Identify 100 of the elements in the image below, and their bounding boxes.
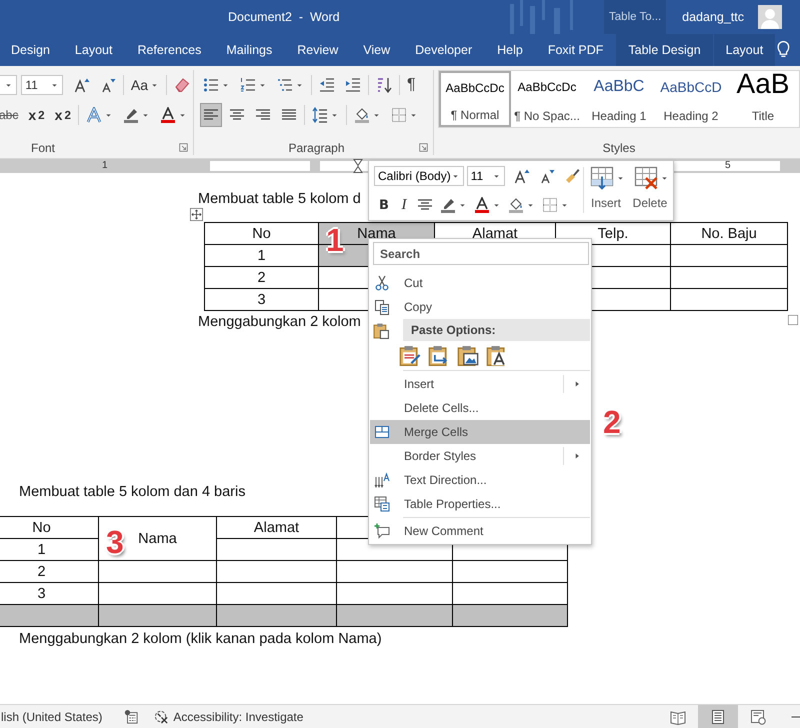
ribbon-tab[interactable]: Mailings <box>214 34 284 66</box>
sort-icon <box>376 77 392 93</box>
line-spacing-icon <box>312 107 328 123</box>
alignment-button[interactable] <box>200 103 222 127</box>
step-number: 2 <box>603 405 621 439</box>
ribbon-tab[interactable]: Table Design <box>616 34 713 66</box>
font-color-icon <box>160 107 176 123</box>
scissors-icon <box>374 275 390 291</box>
paste-merge-formatting-icon <box>428 344 450 366</box>
change-case-button[interactable]: Aa <box>128 73 162 97</box>
grow-font-icon <box>514 168 530 184</box>
window-title: Document2 - Word <box>228 10 340 24</box>
shrink-font-icon <box>100 77 116 93</box>
accessibility-icon <box>154 709 170 724</box>
indent-marker-icon[interactable] <box>353 159 363 173</box>
style-item[interactable]: AaBbCcDc ¶ No Spac... <box>511 71 583 127</box>
paste-option-button[interactable] <box>428 344 450 366</box>
insert-button[interactable]: Insert <box>584 161 628 219</box>
user-name: dadang_ttc <box>682 10 744 24</box>
ribbon-tab[interactable]: Developer <box>403 34 484 66</box>
language-status[interactable]: lish (United States) <box>1 710 102 724</box>
dialog-launcher-icon[interactable] <box>178 142 189 153</box>
numbered-list-icon <box>240 77 256 93</box>
delete-button[interactable]: Delete <box>628 161 672 219</box>
font-name-dropdown[interactable]: Calibri (Body) <box>374 166 464 186</box>
text-direction-icon <box>374 472 390 488</box>
merge-cells-icon <box>374 424 390 440</box>
show-marks-button[interactable]: ¶ <box>404 73 419 97</box>
increase-indent-icon <box>344 77 361 93</box>
style-preview: AaBbCcDc <box>446 80 504 97</box>
font-color-icon <box>474 197 490 213</box>
highlighter-icon <box>122 107 139 123</box>
paste-text-only-icon <box>486 344 508 366</box>
style-item[interactable]: AaBbC Heading 1 <box>583 71 655 127</box>
bold-button[interactable]: B <box>374 193 394 217</box>
highlighter-icon <box>440 197 456 213</box>
paragraph: Membuat table 5 kolom dan 4 baris <box>19 483 246 501</box>
dialog-launcher-icon[interactable] <box>418 142 430 153</box>
table-move-handle-icon[interactable] <box>190 208 203 221</box>
lightbulb-icon[interactable] <box>775 41 792 59</box>
menu-item[interactable]: Border Styles <box>370 444 590 468</box>
table-cell: 3 <box>204 288 318 310</box>
style-preview: AaBbCcDc <box>518 79 576 96</box>
table-header-cell: No <box>0 516 98 538</box>
paste-keep-formatting-icon <box>399 344 421 366</box>
grow-font-icon <box>74 77 90 93</box>
style-item[interactable]: AaBbCcD Heading 2 <box>655 71 727 127</box>
menu-item[interactable]: Cut <box>370 271 590 295</box>
ribbon-tab[interactable]: Layout <box>714 34 776 66</box>
font-size-dropdown[interactable]: 11 <box>21 75 63 95</box>
menu-item[interactable]: Merge Cells <box>370 420 590 444</box>
paragraph: Menggabungkan 2 kolom <box>198 313 361 331</box>
group-label: Styles <box>602 141 636 155</box>
style-item[interactable]: AaBbCcDc ¶ Normal <box>439 71 511 127</box>
ribbon-tab[interactable]: References <box>125 34 214 66</box>
borders-icon <box>542 197 558 213</box>
ribbon-tab[interactable]: Review <box>285 34 350 66</box>
macro-icon[interactable] <box>124 710 138 724</box>
paste-option-button[interactable] <box>457 344 479 366</box>
accessibility-button[interactable]: Accessibility: Investigate <box>154 709 304 724</box>
text-effects-icon <box>86 107 102 123</box>
table-resize-handle-icon[interactable] <box>788 315 798 325</box>
ribbon-tab[interactable]: View <box>351 34 402 66</box>
italic-button[interactable]: I <box>395 193 413 217</box>
paintbrush-icon <box>564 168 580 184</box>
ruler-number: 1 <box>102 159 108 173</box>
menu-item[interactable]: Insert <box>370 372 590 396</box>
menu-item[interactable]: Copy <box>370 295 590 319</box>
table-header-cell: No. Baju <box>670 222 788 244</box>
print-layout-button[interactable] <box>698 705 738 728</box>
table-cell: 2 <box>204 266 318 288</box>
print-layout-icon <box>710 708 726 724</box>
table-cell: 2 <box>0 560 98 582</box>
ribbon-tab[interactable]: Help <box>485 34 535 66</box>
multilevel-list-icon <box>276 77 293 93</box>
style-name: Heading 1 <box>592 109 646 123</box>
menu-item[interactable]: New Comment <box>370 519 590 543</box>
borders-icon <box>390 107 407 123</box>
paragraph: Menggabungkan 2 kolom (klik kanan pada kolom Nama) <box>19 630 382 648</box>
paste-picture-icon <box>457 344 479 366</box>
style-name: ¶ Normal <box>450 108 500 122</box>
menu-item[interactable]: Table Properties... <box>370 492 590 516</box>
ribbon-tab[interactable]: Layout <box>62 34 124 66</box>
ribbon-tab[interactable]: Foxit PDF <box>536 34 616 66</box>
table-properties-icon <box>374 496 390 512</box>
ribbon-tab[interactable]: Design <box>0 34 62 66</box>
style-preview: AaB <box>736 72 790 98</box>
menu-item[interactable]: Text Direction... <box>370 468 590 492</box>
paste-option-button[interactable] <box>399 344 421 366</box>
contextual-tab-group: Table To... <box>604 0 666 34</box>
style-name: ¶ No Spac... <box>514 109 580 123</box>
paste-option-button[interactable] <box>486 344 508 366</box>
search-field[interactable]: Search <box>373 242 589 265</box>
copy-icon <box>374 299 390 315</box>
style-name: Heading 2 <box>664 109 718 123</box>
style-item[interactable]: AaB Title <box>727 71 799 127</box>
font-size-dropdown[interactable]: 11 <box>466 166 505 186</box>
comment-icon <box>374 523 390 539</box>
group-label: Paragraph <box>288 141 345 155</box>
menu-item[interactable]: Delete Cells... <box>370 396 590 420</box>
